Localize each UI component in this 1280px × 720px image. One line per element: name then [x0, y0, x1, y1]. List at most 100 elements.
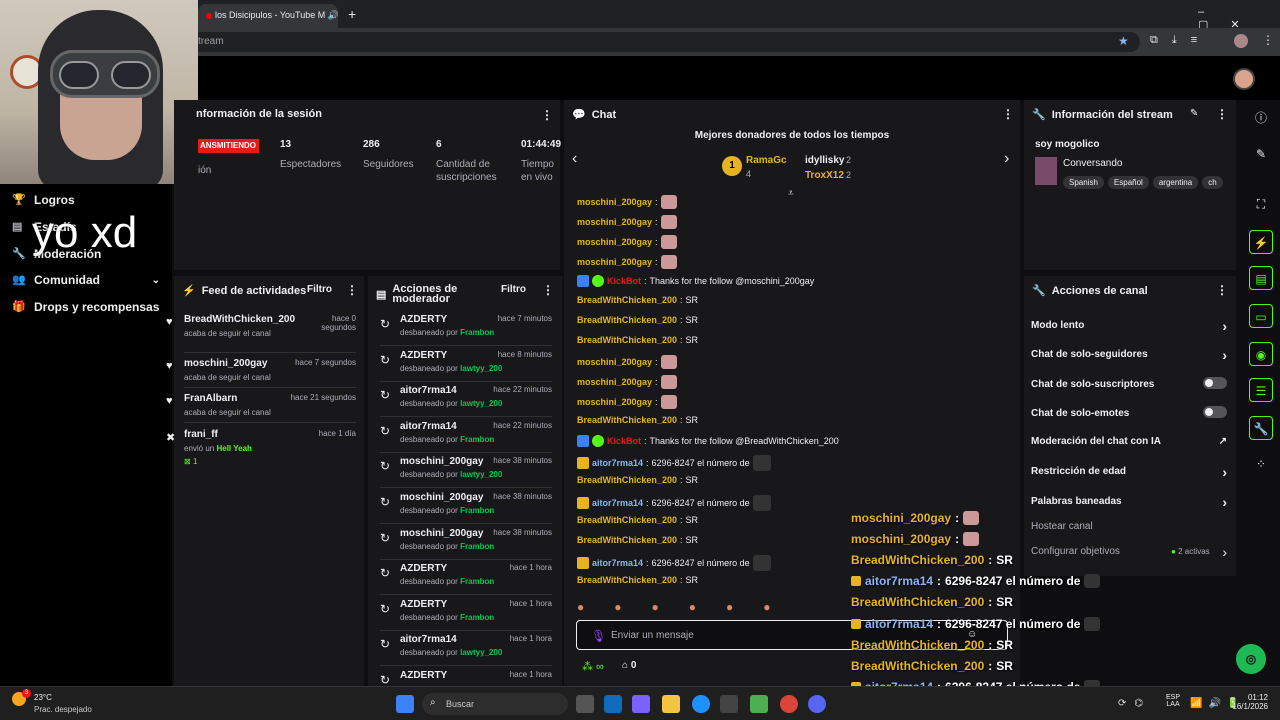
action-age-restriction[interactable]: Restricción de edad ›	[1031, 464, 1227, 480]
category-thumbnail[interactable]	[1035, 157, 1057, 185]
channel-actions-menu-icon[interactable]: ⋮	[1216, 283, 1228, 297]
wrench-icon[interactable]: 🔧	[1249, 416, 1273, 440]
toolbar-icons[interactable]: ⧉⤓≡	[1150, 34, 1211, 47]
nav-logros[interactable]: 🏆 Logros	[12, 193, 75, 207]
nav-comunidad[interactable]: 👥 Comunidad ⌄	[12, 273, 160, 287]
edit-icon[interactable]: ✎	[1190, 108, 1198, 119]
windows-start-icon[interactable]	[396, 695, 414, 713]
tray-icons[interactable]: ⟳⌬	[1118, 698, 1151, 709]
chat-username[interactable]: moschini_200gay	[577, 377, 652, 387]
language-indicator[interactable]: ESP LAA	[1166, 694, 1180, 708]
action-goals[interactable]: Configurar objetivos ● 2 activas ›	[1031, 544, 1227, 560]
chat-username[interactable]: BreadWithChicken_200	[577, 415, 677, 425]
tag[interactable]: argentina	[1152, 176, 1199, 189]
chat-username[interactable]: moschini_200gay	[577, 357, 652, 367]
document-icon[interactable]: ▤	[1249, 266, 1273, 290]
next-arrow-icon[interactable]: ›	[1004, 150, 1009, 168]
action-subscribers-only[interactable]: Chat de solo-suscriptores	[1031, 377, 1227, 390]
action-followers-only[interactable]: Chat de solo-seguidores ›	[1031, 347, 1227, 363]
taskbar-search[interactable]: ⌕ Buscar	[422, 693, 568, 715]
apps-icon[interactable]: ⁘	[1249, 452, 1273, 476]
task-view-icon[interactable]	[576, 695, 594, 713]
mod-by-user[interactable]: Frambon	[460, 506, 494, 515]
chat-menu-icon[interactable]: ⋮	[1002, 107, 1014, 121]
action-banned-words[interactable]: Palabras baneadas ›	[1031, 494, 1227, 510]
mod-by-user[interactable]: Frambon	[460, 577, 494, 586]
action-slow-mode[interactable]: Modo lento ›	[1031, 318, 1227, 334]
chat-username[interactable]: BreadWithChicken_200	[577, 315, 677, 325]
collapse-icon[interactable]: ⩡	[788, 188, 794, 199]
mod-by-user[interactable]: lawtyy_200	[460, 399, 502, 408]
tag[interactable]: Español	[1107, 176, 1149, 189]
support-button[interactable]: ◎	[1236, 644, 1266, 674]
bookmark-star-icon[interactable]: ★	[1118, 34, 1129, 48]
clock[interactable]: 01:12 16/1/2026	[1224, 693, 1268, 711]
mod-by-user[interactable]: Frambon	[460, 328, 494, 337]
chat-username[interactable]: moschini_200gay	[577, 397, 652, 407]
lightning-icon[interactable]: ⚡	[1249, 230, 1273, 254]
discord-icon[interactable]	[808, 695, 826, 713]
tag[interactable]: ch	[1202, 176, 1223, 189]
outlook-icon[interactable]	[604, 695, 622, 713]
store-icon[interactable]	[720, 695, 738, 713]
action-host-channel[interactable]: Hostear canal	[1031, 521, 1227, 532]
mod-by-user[interactable]: Frambon	[460, 542, 494, 551]
copilot-icon[interactable]	[632, 695, 650, 713]
weather-temp[interactable]: 23°C	[34, 693, 52, 702]
toggle-switch[interactable]	[1203, 406, 1227, 418]
expand-icon[interactable]: ⛶	[1249, 192, 1273, 216]
chat-username[interactable]: moschini_200gay	[577, 257, 652, 267]
chat-icon[interactable]: ▭	[1249, 304, 1273, 328]
browser-menu-icon[interactable]: ⋮	[1262, 33, 1274, 47]
chat-username[interactable]: BreadWithChicken_200	[577, 535, 677, 545]
chat-username[interactable]: aitor7rma14	[592, 498, 643, 508]
mod-menu-icon[interactable]: ⋮	[542, 283, 554, 297]
action-emotes-only[interactable]: Chat de solo-emotes	[1031, 406, 1227, 419]
pencil-icon[interactable]: ✎	[1249, 142, 1273, 166]
prev-arrow-icon[interactable]: ‹	[572, 150, 577, 168]
action-ai-moderation[interactable]: Moderación del chat con IA ↗	[1031, 436, 1227, 447]
chat-username[interactable]: BreadWithChicken_200	[577, 295, 677, 305]
chat-username[interactable]: BreadWithChicken_200	[577, 515, 677, 525]
minecraft-icon[interactable]	[750, 695, 768, 713]
new-tab-button[interactable]: +	[348, 6, 356, 22]
chat-username[interactable]: aitor7rma14	[592, 558, 643, 568]
chat-username[interactable]: moschini_200gay	[577, 217, 652, 227]
edge-icon[interactable]	[692, 695, 710, 713]
feed-menu-icon[interactable]: ⋮	[346, 283, 358, 297]
mic-icon[interactable]: 🎙	[591, 629, 606, 643]
session-menu-icon[interactable]: ⋮	[541, 108, 553, 122]
browser-tab[interactable]: los Disicipulos - YouTube M 🔊 ✕	[198, 4, 338, 28]
chat-username[interactable]: KickBot	[607, 436, 641, 446]
broadcast-icon[interactable]: ◉	[1249, 342, 1273, 366]
emote-row[interactable]: ●●●●●●	[577, 600, 837, 616]
info-icon[interactable]: ⓘ	[1249, 106, 1273, 130]
chat-username[interactable]: BreadWithChicken_200	[577, 335, 677, 345]
chrome-icon[interactable]	[780, 695, 798, 713]
mod-by-user[interactable]: lawtyy_200	[460, 470, 502, 479]
address-bar[interactable]: tream	[190, 32, 1140, 52]
list-icon[interactable]: ☰	[1249, 378, 1273, 402]
mod-by-user[interactable]: Frambon	[460, 435, 494, 444]
chat-username[interactable]: moschini_200gay	[577, 237, 652, 247]
stream-info-menu-icon[interactable]: ⋮	[1216, 107, 1228, 121]
file-explorer-icon[interactable]	[662, 695, 680, 713]
tag[interactable]: Spanish	[1063, 176, 1104, 189]
nav-drops[interactable]: 🎁 Drops y recompensas	[12, 300, 159, 314]
profile-avatar[interactable]	[1234, 34, 1248, 48]
toggle-switch[interactable]	[1203, 377, 1227, 389]
chat-username[interactable]: KickBot	[607, 276, 641, 286]
mod-by-user[interactable]: Frambon	[460, 613, 494, 622]
channel-points-icon[interactable]: ⁂ ∞	[582, 660, 604, 673]
category-name[interactable]: Conversando	[1063, 158, 1122, 169]
mod-filter-button[interactable]: Filtro	[501, 284, 526, 295]
chat-username[interactable]: BreadWithChicken_200	[577, 475, 677, 485]
points-counter[interactable]: ⌂ 0	[622, 660, 636, 671]
chat-username[interactable]: moschini_200gay	[577, 197, 652, 207]
feed-filter-button[interactable]: Filtro	[307, 284, 332, 295]
chat-username[interactable]: aitor7rma14	[592, 458, 643, 468]
mod-by-user[interactable]: lawtyy_200	[460, 364, 502, 373]
chat-username[interactable]: BreadWithChicken_200	[577, 575, 677, 585]
mod-by-user[interactable]: lawtyy_200	[460, 648, 502, 657]
user-avatar[interactable]	[1233, 68, 1255, 90]
